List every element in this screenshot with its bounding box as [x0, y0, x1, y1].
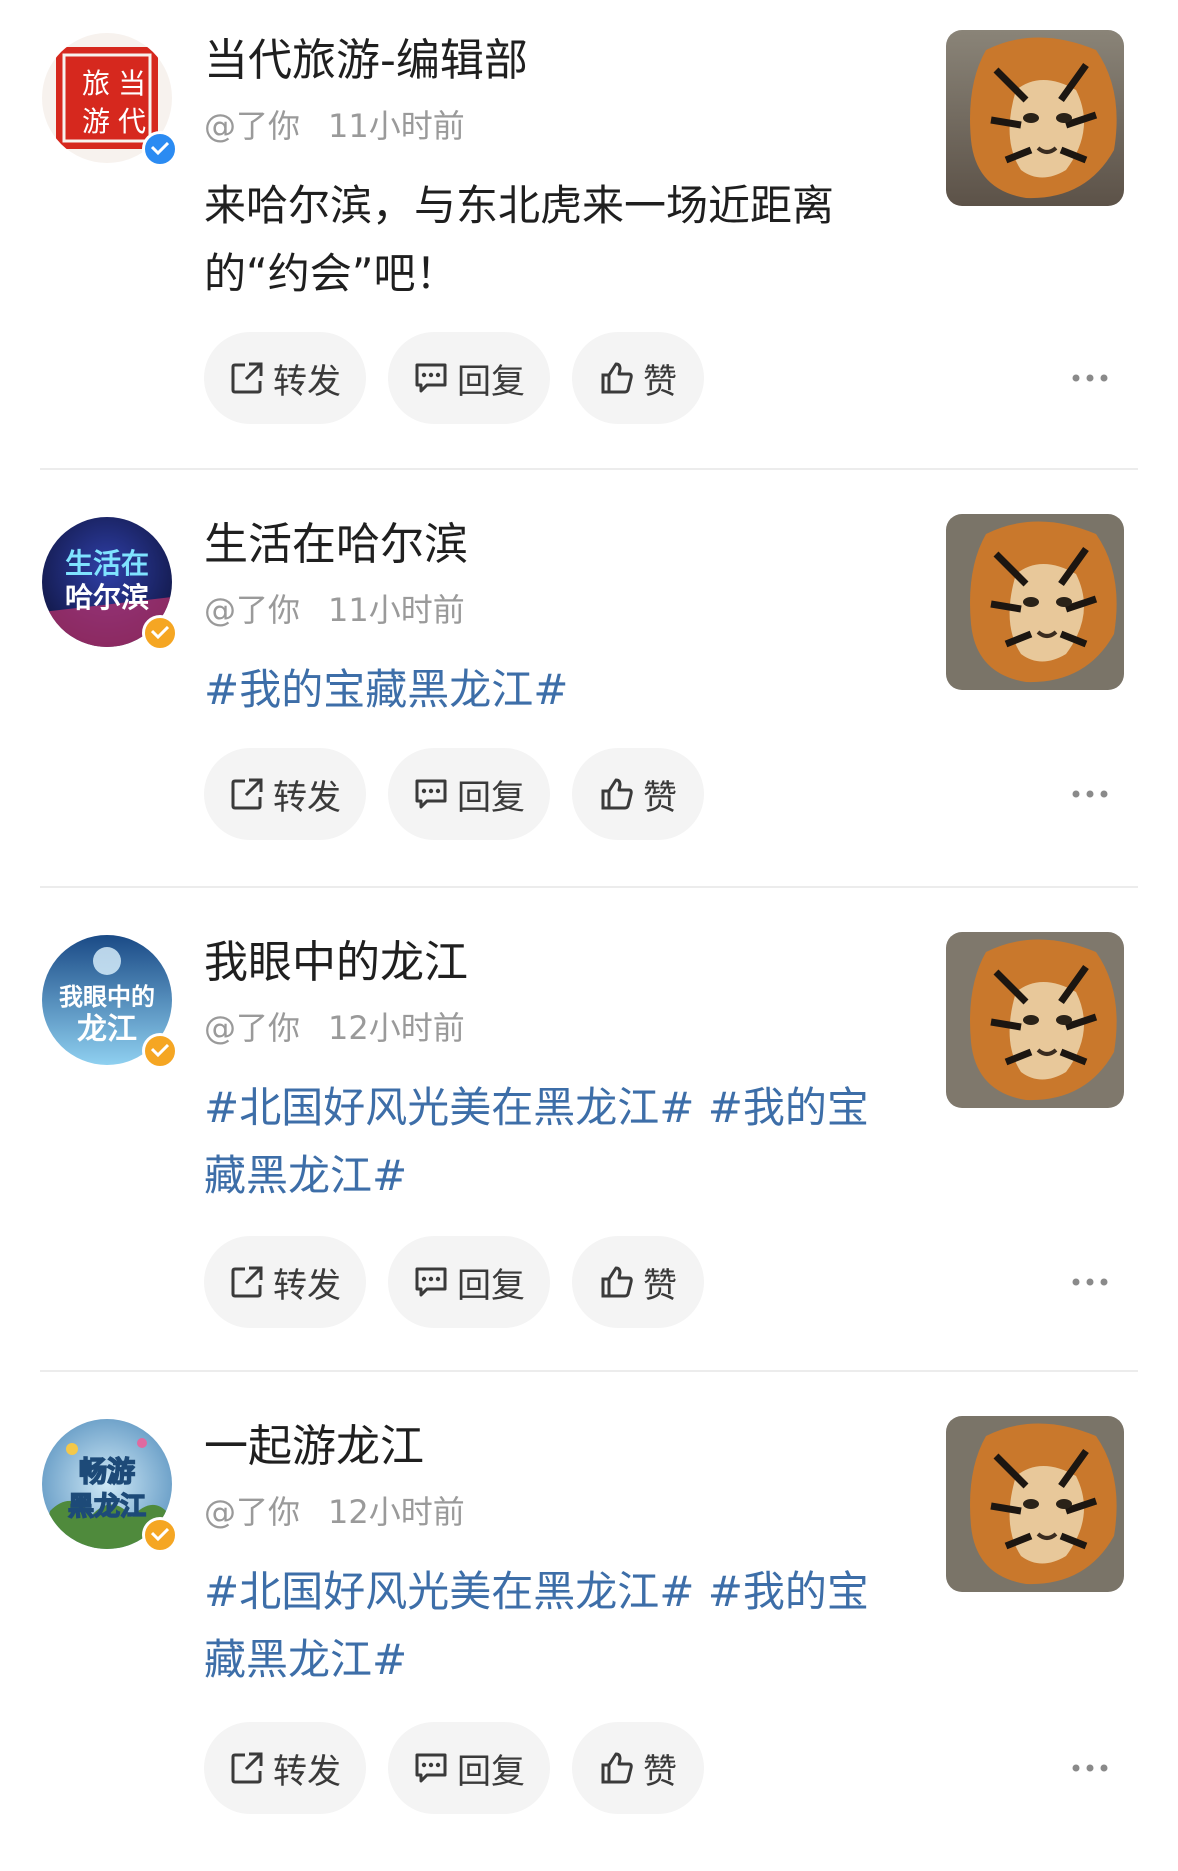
comment-icon — [415, 363, 447, 393]
post-card[interactable]: 旅 当 游 代 当代旅游-编辑部 @了你 11小时前 来哈尔滨，与东北虎来一场近距… — [0, 0, 1178, 470]
thumbs-up-icon — [601, 362, 633, 394]
more-icon[interactable] — [1070, 774, 1110, 814]
divider — [40, 1370, 1138, 1372]
repost-label: 转发 — [273, 777, 341, 818]
reply-button[interactable]: 回复 — [388, 1236, 550, 1328]
verified-icon — [142, 131, 178, 167]
comment-icon — [415, 779, 447, 809]
like-button[interactable]: 赞 — [572, 1236, 704, 1328]
comment-icon — [415, 1753, 447, 1783]
thumbs-up-icon — [601, 1752, 633, 1784]
reply-button[interactable]: 回复 — [388, 748, 550, 840]
avatar[interactable]: 旅 当 游 代 — [42, 33, 178, 167]
avatar[interactable]: 我眼中的 龙江 — [42, 935, 178, 1069]
tiger-thumbnail[interactable] — [946, 932, 1124, 1108]
divider — [40, 886, 1138, 888]
like-button[interactable]: 赞 — [572, 1722, 704, 1814]
avatar[interactable]: 生活在 哈尔滨 — [42, 517, 178, 651]
repost-button[interactable]: 转发 — [204, 1722, 366, 1814]
avatar-text: 哈尔滨 — [65, 581, 149, 614]
topic-link[interactable]: #北国好风光美在黑龙江# #我的宝藏黑龙江# — [204, 1558, 904, 1694]
reply-label: 回复 — [457, 1265, 525, 1306]
like-label: 赞 — [643, 777, 677, 818]
more-icon[interactable] — [1070, 1748, 1110, 1788]
like-label: 赞 — [643, 1751, 677, 1792]
action-bar: 转发 回复 赞 — [204, 1236, 1004, 1328]
repost-icon — [231, 778, 263, 810]
post-meta: @了你 11小时前 — [204, 588, 465, 632]
post-card[interactable]: 我眼中的 龙江 我眼中的龙江 @了你 12小时前 #北国好风光美在黑龙江# #我的… — [0, 902, 1178, 1386]
action-bar: 转发 回复 赞 — [204, 332, 1004, 424]
repost-icon — [231, 1752, 263, 1784]
action-bar: 转发 回复 赞 — [204, 748, 1004, 840]
avatar-seal-char: 旅 — [82, 67, 110, 100]
timestamp: 11小时前 — [328, 107, 465, 145]
avatar-text: 龙江 — [77, 1012, 137, 1047]
more-icon[interactable] — [1070, 1262, 1110, 1302]
tiger-thumbnail[interactable] — [946, 514, 1124, 690]
author-name[interactable]: 我眼中的龙江 — [204, 933, 468, 993]
avatar-seal-char: 代 — [118, 105, 146, 138]
repost-label: 转发 — [273, 1751, 341, 1792]
avatar-text: 畅游 — [79, 1455, 135, 1488]
timestamp: 11小时前 — [328, 591, 465, 629]
like-button[interactable]: 赞 — [572, 332, 704, 424]
avatar[interactable]: 畅游 黑龙江 — [42, 1419, 178, 1553]
mention-text: @了你 — [204, 1493, 301, 1531]
post-content[interactable]: 来哈尔滨，与东北虎来一场近距离的“约会”吧！ — [204, 172, 904, 308]
reply-button[interactable]: 回复 — [388, 332, 550, 424]
divider — [40, 468, 1138, 470]
mention-text: @了你 — [204, 591, 301, 629]
reply-button[interactable]: 回复 — [388, 1722, 550, 1814]
action-bar: 转发 回复 赞 — [204, 1722, 1004, 1814]
post-meta: @了你 12小时前 — [204, 1490, 465, 1534]
post-card[interactable]: 畅游 黑龙江 一起游龙江 @了你 12小时前 #北国好风光美在黑龙江# #我的宝藏… — [0, 1386, 1178, 1871]
repost-button[interactable]: 转发 — [204, 748, 366, 840]
reply-label: 回复 — [457, 777, 525, 818]
reply-label: 回复 — [457, 361, 525, 402]
post-card[interactable]: 生活在 哈尔滨 生活在哈尔滨 @了你 11小时前 #我的宝藏黑龙江# 转发 回复… — [0, 484, 1178, 900]
author-name[interactable]: 当代旅游-编辑部 — [204, 31, 528, 91]
repost-icon — [231, 362, 263, 394]
author-name[interactable]: 生活在哈尔滨 — [204, 515, 468, 575]
post-meta: @了你 12小时前 — [204, 1006, 465, 1050]
avatar-text: 黑龙江 — [68, 1492, 146, 1522]
repost-icon — [231, 1266, 263, 1298]
mention-text: @了你 — [204, 107, 301, 145]
mention-text: @了你 — [204, 1009, 301, 1047]
author-name[interactable]: 一起游龙江 — [204, 1417, 424, 1477]
avatar-seal-char: 当 — [118, 67, 146, 100]
repost-button[interactable]: 转发 — [204, 1236, 366, 1328]
more-icon[interactable] — [1070, 358, 1110, 398]
verified-icon — [142, 1033, 178, 1069]
avatar-seal-char: 游 — [82, 105, 110, 138]
repost-button[interactable]: 转发 — [204, 332, 366, 424]
avatar-text: 生活在 — [65, 547, 149, 580]
thumbs-up-icon — [601, 778, 633, 810]
post-meta: @了你 11小时前 — [204, 104, 465, 148]
topic-link[interactable]: #我的宝藏黑龙江# — [204, 656, 904, 724]
reply-label: 回复 — [457, 1751, 525, 1792]
topic-link[interactable]: #北国好风光美在黑龙江# #我的宝藏黑龙江# — [204, 1074, 904, 1210]
timestamp: 12小时前 — [328, 1009, 465, 1047]
like-button[interactable]: 赞 — [572, 748, 704, 840]
timestamp: 12小时前 — [328, 1493, 465, 1531]
comment-icon — [415, 1267, 447, 1297]
tiger-thumbnail[interactable] — [946, 1416, 1124, 1592]
repost-label: 转发 — [273, 361, 341, 402]
like-label: 赞 — [643, 361, 677, 402]
tiger-thumbnail[interactable] — [946, 30, 1124, 206]
verified-icon — [142, 1517, 178, 1553]
repost-label: 转发 — [273, 1265, 341, 1306]
verified-icon — [142, 615, 178, 651]
like-label: 赞 — [643, 1265, 677, 1306]
avatar-text: 我眼中的 — [59, 983, 155, 1011]
thumbs-up-icon — [601, 1266, 633, 1298]
